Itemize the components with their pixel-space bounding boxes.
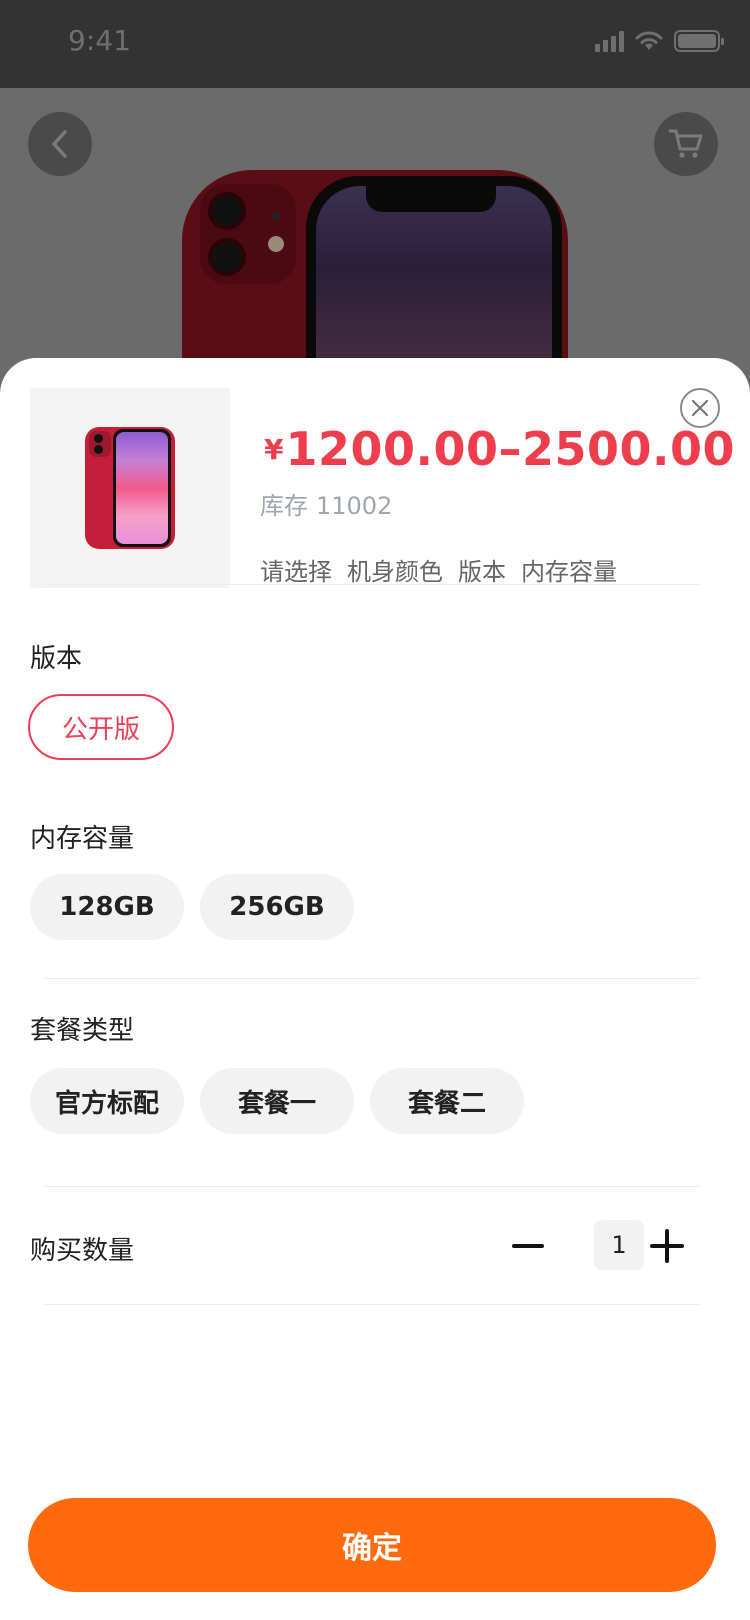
status-bar: 9:41 bbox=[0, 0, 750, 88]
divider bbox=[44, 1186, 700, 1187]
battery-icon bbox=[674, 30, 724, 52]
wifi-icon bbox=[635, 31, 663, 50]
stock-info: 库存 11002 bbox=[260, 486, 392, 521]
storage-option-256gb[interactable]: 256GB bbox=[200, 874, 354, 940]
confirm-button[interactable]: 确定 bbox=[28, 1498, 716, 1592]
cart-button[interactable] bbox=[654, 112, 718, 176]
back-button[interactable] bbox=[28, 112, 92, 176]
status-time: 9:41 bbox=[68, 24, 131, 57]
storage-label: 内存容量 bbox=[30, 824, 135, 854]
minus-icon bbox=[512, 1244, 544, 1248]
package-label: 套餐类型 bbox=[30, 1016, 135, 1046]
sku-selector-screen: 9:41 ¥1200.00–2500.00 库存 11002 请选择 机身颜色 … bbox=[0, 0, 750, 1620]
version-option-public[interactable]: 公开版 bbox=[28, 694, 174, 760]
version-label: 版本 bbox=[30, 644, 83, 674]
package-option-one[interactable]: 套餐一 bbox=[200, 1068, 354, 1134]
stock-count: 11002 bbox=[316, 492, 393, 520]
prompt-version: 版本 bbox=[458, 558, 506, 586]
cart-icon bbox=[668, 129, 703, 158]
quantity-label: 购买数量 bbox=[30, 1236, 135, 1266]
signal-icon bbox=[595, 30, 624, 52]
prompt-color: 机身颜色 bbox=[347, 558, 443, 586]
divider bbox=[44, 584, 700, 585]
price-range: ¥1200.00–2500.00 bbox=[264, 422, 735, 476]
package-option-standard[interactable]: 官方标配 bbox=[30, 1068, 184, 1134]
currency-symbol: ¥ bbox=[264, 433, 284, 466]
product-thumbnail bbox=[30, 388, 230, 588]
storage-option-128gb[interactable]: 128GB bbox=[30, 874, 184, 940]
quantity-increase-button[interactable] bbox=[650, 1228, 686, 1264]
sku-bottom-sheet: ¥1200.00–2500.00 库存 11002 请选择 机身颜色 版本 内存容… bbox=[0, 358, 750, 1620]
stock-label: 库存 bbox=[260, 492, 308, 520]
selection-prompt: 请选择 机身颜色 版本 内存容量 bbox=[260, 552, 617, 587]
divider bbox=[44, 978, 700, 979]
divider bbox=[44, 1304, 700, 1305]
prompt-storage: 内存容量 bbox=[521, 558, 617, 586]
quantity-value[interactable]: 1 bbox=[594, 1220, 644, 1270]
price-value: 1200.00–2500.00 bbox=[285, 422, 736, 476]
close-icon bbox=[691, 399, 709, 417]
quantity-decrease-button[interactable] bbox=[510, 1228, 546, 1264]
chevron-left-icon bbox=[52, 130, 67, 158]
prompt-label: 请选择 bbox=[260, 558, 332, 586]
package-option-two[interactable]: 套餐二 bbox=[370, 1068, 524, 1134]
phone-image bbox=[85, 427, 175, 549]
status-icons bbox=[595, 30, 724, 52]
